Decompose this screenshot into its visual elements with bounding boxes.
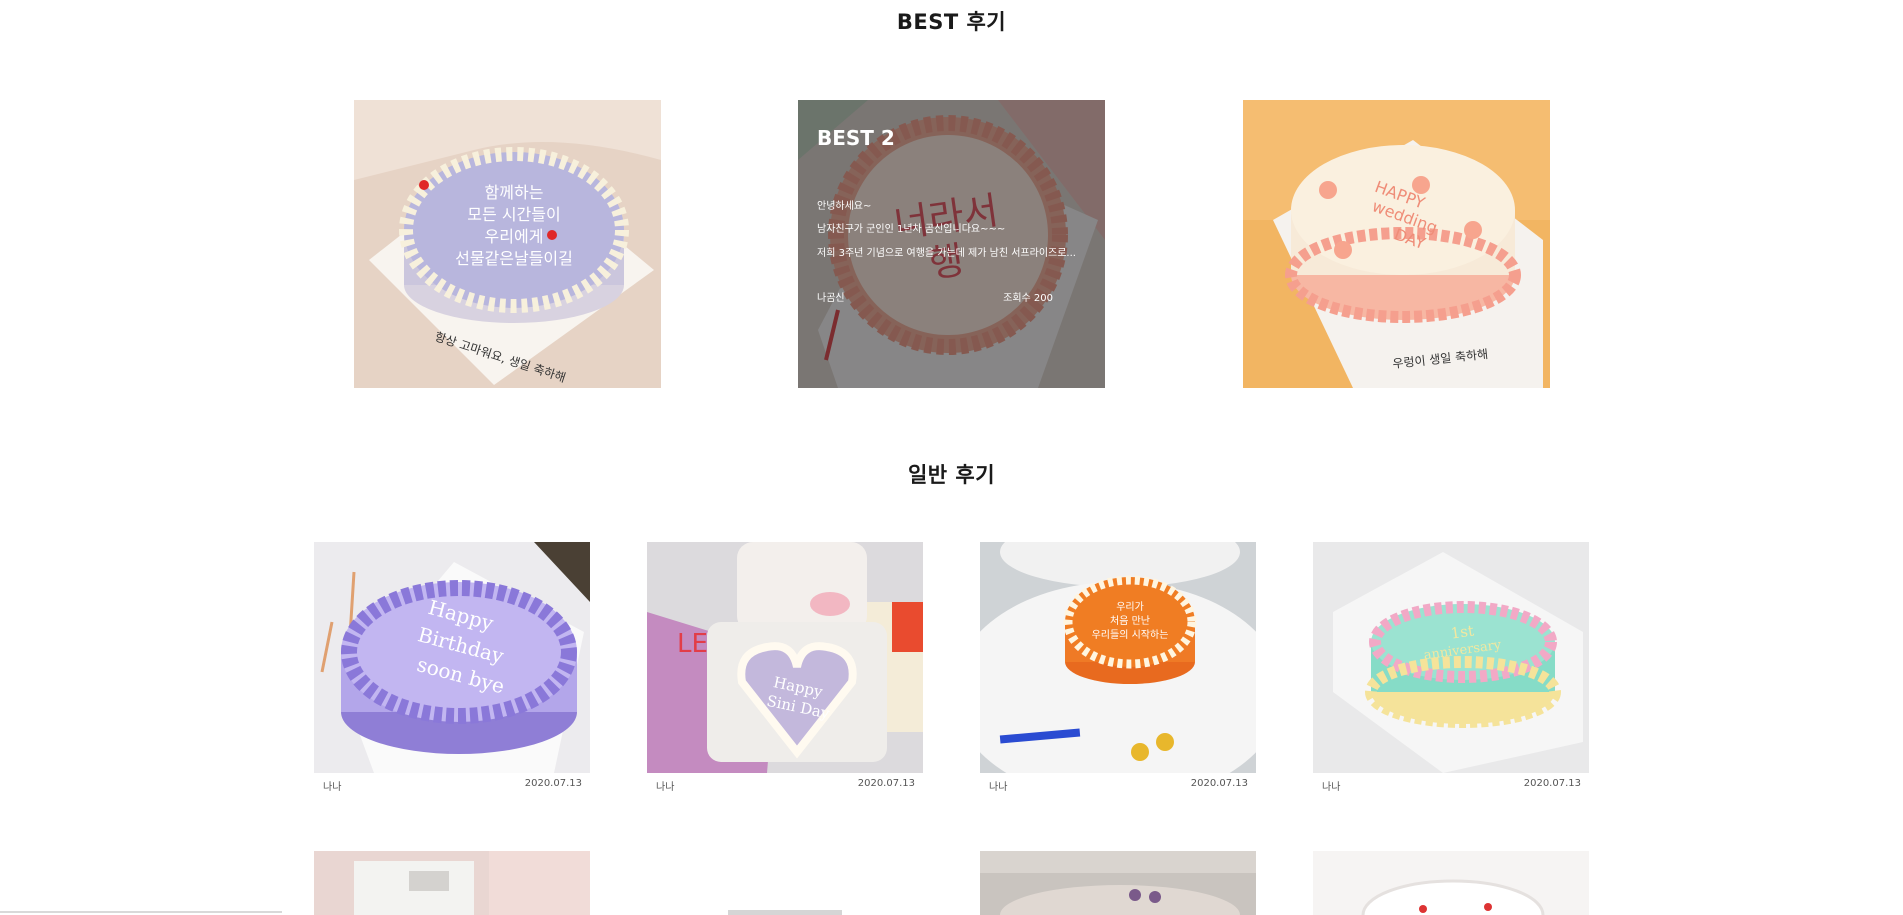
review-excerpt-line-1: 안녕하세요~ — [817, 201, 872, 212]
svg-text:1st: 1st — [1450, 622, 1476, 643]
svg-text:선물같은날들이길: 선물같은날들이길 — [455, 249, 573, 268]
review-view-count: 조회수 200 — [1003, 293, 1053, 304]
best-review-overlay[interactable]: BEST 2 안녕하세요~ 남자친구가 군인인 1년차 곰신입니다요~~~ 저희… — [798, 100, 1105, 388]
general-review-card-8[interactable] — [1313, 851, 1589, 915]
review-author: 나곰신 — [817, 293, 845, 304]
general-review-card-6[interactable] — [647, 851, 923, 915]
svg-text:우리가: 우리가 — [1116, 601, 1144, 613]
review-date: 2020.07.13 — [857, 778, 915, 789]
review-author: 나나 — [989, 782, 1008, 793]
general-review-photo-8 — [1313, 851, 1589, 915]
best-rank-label: BEST 2 — [817, 126, 895, 150]
svg-text:우리에게: 우리에게 — [485, 227, 544, 246]
review-meta: 나나 2020.07.13 — [1313, 778, 1589, 794]
review-author: 나나 — [656, 782, 675, 793]
svg-text:함께하는: 함께하는 — [485, 183, 544, 202]
reviews-page: BEST 후기 함께하는 모든 시간들이 우리에게 선물같은날들이길 항상 고마… — [0, 0, 1903, 915]
general-review-photo-3: 우리가 처음 만난 우리들의 시작하는 — [980, 542, 1256, 773]
review-date: 2020.07.13 — [524, 778, 582, 789]
svg-text:모든 시간들이: 모든 시간들이 — [467, 205, 560, 224]
review-author: 나나 — [1322, 782, 1341, 793]
general-reviews-title: 일반 후기 — [907, 463, 996, 487]
best-review-card-3[interactable]: HAPPY wedding DAY 우렁이 생일 축하해 — [1243, 100, 1550, 388]
svg-text:처음 만난: 처음 만난 — [1110, 615, 1150, 627]
review-excerpt-line-3: 저희 3주년 기념으로 여행을 가는데 제가 남친 서프라이즈로... — [817, 248, 1076, 259]
review-date: 2020.07.13 — [1523, 778, 1581, 789]
best-review-photo-1: 함께하는 모든 시간들이 우리에게 선물같은날들이길 항상 고마워요, 생일 축… — [354, 100, 661, 388]
best-reviews-title: BEST 후기 — [896, 10, 1007, 34]
general-review-photo-7 — [980, 851, 1256, 915]
general-review-photo-6 — [647, 851, 923, 915]
review-author: 나나 — [323, 782, 342, 793]
general-review-photo-5 — [314, 851, 590, 915]
best-review-card-1[interactable]: 함께하는 모든 시간들이 우리에게 선물같은날들이길 항상 고마워요, 생일 축… — [354, 100, 661, 388]
svg-text:우리들의 시작하는: 우리들의 시작하는 — [1092, 628, 1169, 641]
best-review-card-2[interactable]: 너라서 행 BEST 2 안녕하세요~ 남자친구가 군인인 1년차 곰신입니다요… — [798, 100, 1105, 388]
review-excerpt-line-2: 남자친구가 군인인 1년차 곰신입니다요~~~ — [817, 224, 1006, 235]
general-review-photo-2: LEO Happy Sini Day — [647, 542, 923, 773]
best-review-photo-3: HAPPY wedding DAY 우렁이 생일 축하해 — [1243, 100, 1550, 388]
review-meta: 나나 2020.07.13 — [314, 778, 590, 794]
review-meta: 나나 2020.07.13 — [647, 778, 923, 794]
review-meta: 나나 2020.07.13 — [980, 778, 1256, 794]
general-review-card-5[interactable] — [314, 851, 590, 915]
review-date: 2020.07.13 — [1190, 778, 1248, 789]
general-review-photo-4: 1st anniversary — [1313, 542, 1589, 773]
general-review-card-7[interactable] — [980, 851, 1256, 915]
scroll-progress-bar — [0, 911, 282, 913]
general-review-photo-1: Happy Birthday soon bye — [314, 542, 590, 773]
